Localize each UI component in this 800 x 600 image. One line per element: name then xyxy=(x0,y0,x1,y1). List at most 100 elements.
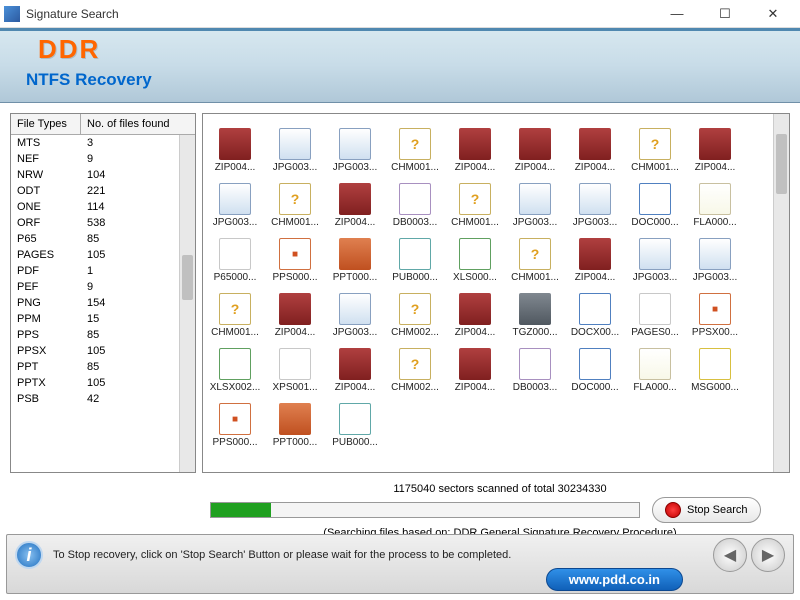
file-item[interactable]: DOCX00... xyxy=(565,283,625,338)
file-item[interactable]: DOC000... xyxy=(625,173,685,228)
file-label: FLA000... xyxy=(693,217,736,228)
jpg-icon xyxy=(339,128,371,160)
column-header-types[interactable]: File Types xyxy=(11,114,81,134)
file-item[interactable]: CHM001... xyxy=(385,118,445,173)
file-item[interactable]: ZIP004... xyxy=(505,118,565,173)
file-label: JPG003... xyxy=(213,217,257,228)
file-item[interactable]: PPT000... xyxy=(325,228,385,283)
file-item[interactable]: JPG003... xyxy=(685,228,745,283)
file-item[interactable]: XLSX002... xyxy=(205,338,265,393)
jpg-icon xyxy=(639,238,671,270)
close-button[interactable]: ✕ xyxy=(758,4,788,24)
file-item[interactable]: PUB000... xyxy=(385,228,445,283)
file-label: PPT000... xyxy=(273,437,317,448)
file-item[interactable]: XLS000... xyxy=(445,228,505,283)
column-header-count[interactable]: No. of files found xyxy=(81,114,195,134)
file-item[interactable]: ZIP004... xyxy=(325,338,385,393)
file-item[interactable]: JPG003... xyxy=(325,283,385,338)
pub-icon xyxy=(399,238,431,270)
file-item[interactable]: CHM001... xyxy=(445,173,505,228)
jpg-icon xyxy=(579,183,611,215)
forward-button[interactable]: ▶ xyxy=(751,538,785,572)
file-type-row[interactable]: P6585 xyxy=(11,231,179,247)
file-type-row[interactable]: PPT85 xyxy=(11,359,179,375)
file-item[interactable]: PPT000... xyxy=(265,393,325,448)
file-item[interactable]: PAGES0... xyxy=(625,283,685,338)
file-type-row[interactable]: NRW104 xyxy=(11,167,179,183)
file-item[interactable]: ZIP004... xyxy=(445,338,505,393)
file-item[interactable]: CHM001... xyxy=(265,173,325,228)
file-item[interactable]: JPG003... xyxy=(625,228,685,283)
file-item[interactable]: CHM001... xyxy=(625,118,685,173)
file-type-row[interactable]: PDF1 xyxy=(11,263,179,279)
file-item[interactable]: PPSX00... xyxy=(685,283,745,338)
file-label: CHM001... xyxy=(271,217,319,228)
file-item[interactable]: DB0003... xyxy=(505,338,565,393)
file-item[interactable]: XPS001... xyxy=(265,338,325,393)
file-item[interactable]: CHM001... xyxy=(505,228,565,283)
app-icon xyxy=(4,6,20,22)
back-button[interactable]: ◀ xyxy=(713,538,747,572)
maximize-button[interactable]: ☐ xyxy=(710,4,740,24)
file-item[interactable]: MSG000... xyxy=(685,338,745,393)
file-item[interactable]: CHM002... xyxy=(385,338,445,393)
file-type-row[interactable]: NEF9 xyxy=(11,151,179,167)
doc-icon xyxy=(639,183,671,215)
file-type-row[interactable]: ONE114 xyxy=(11,199,179,215)
file-item[interactable]: FLA000... xyxy=(625,338,685,393)
file-type-row[interactable]: MTS3 xyxy=(11,135,179,151)
left-scrollbar[interactable] xyxy=(179,135,195,472)
file-label: TGZ000... xyxy=(512,327,557,338)
file-item[interactable]: JPG003... xyxy=(205,173,265,228)
file-label: JPG003... xyxy=(693,272,737,283)
jpg-icon xyxy=(339,293,371,325)
file-item[interactable]: CHM002... xyxy=(385,283,445,338)
file-item[interactable]: DB0003... xyxy=(385,173,445,228)
file-label: MSG000... xyxy=(691,382,739,393)
file-type-row[interactable]: PEF9 xyxy=(11,279,179,295)
file-item[interactable]: PPS000... xyxy=(265,228,325,283)
file-item[interactable]: FLA000... xyxy=(685,173,745,228)
file-type-row[interactable]: PNG154 xyxy=(11,295,179,311)
zip-icon xyxy=(339,348,371,380)
zip-icon xyxy=(339,183,371,215)
file-type-row[interactable]: PSB42 xyxy=(11,391,179,407)
file-item[interactable]: ZIP004... xyxy=(565,118,625,173)
file-item[interactable]: ZIP004... xyxy=(445,118,505,173)
file-item[interactable]: JPG003... xyxy=(505,173,565,228)
file-type-row[interactable]: PAGES105 xyxy=(11,247,179,263)
file-label: ZIP004... xyxy=(335,382,376,393)
ppt-icon xyxy=(339,238,371,270)
stop-label: Stop Search xyxy=(687,504,748,516)
file-item[interactable]: ZIP004... xyxy=(685,118,745,173)
file-item[interactable]: ZIP004... xyxy=(325,173,385,228)
stop-search-button[interactable]: Stop Search xyxy=(652,497,761,523)
xls-icon xyxy=(219,348,251,380)
file-item[interactable]: ZIP004... xyxy=(445,283,505,338)
zip-icon xyxy=(579,238,611,270)
website-link[interactable]: www.pdd.co.in xyxy=(546,568,683,591)
file-type-row[interactable]: PPS85 xyxy=(11,327,179,343)
right-scrollbar[interactable] xyxy=(773,114,789,472)
file-item[interactable]: ZIP004... xyxy=(265,283,325,338)
file-type-row[interactable]: PPTX105 xyxy=(11,375,179,391)
file-item[interactable]: JPG003... xyxy=(265,118,325,173)
file-item[interactable]: CHM001... xyxy=(205,283,265,338)
tgz-icon xyxy=(519,293,551,325)
file-item[interactable]: ZIP004... xyxy=(565,228,625,283)
file-item[interactable]: PUB000... xyxy=(325,393,385,448)
file-item[interactable]: DOC000... xyxy=(565,338,625,393)
file-label: PUB000... xyxy=(392,272,438,283)
file-type-row[interactable]: ODT221 xyxy=(11,183,179,199)
file-item[interactable]: JPG003... xyxy=(565,173,625,228)
file-item[interactable]: PPS000... xyxy=(205,393,265,448)
file-item[interactable]: TGZ000... xyxy=(505,283,565,338)
file-type-row[interactable]: PPSX105 xyxy=(11,343,179,359)
zip-icon xyxy=(279,293,311,325)
file-item[interactable]: JPG003... xyxy=(325,118,385,173)
file-type-row[interactable]: ORF538 xyxy=(11,215,179,231)
file-item[interactable]: ZIP004... xyxy=(205,118,265,173)
file-type-row[interactable]: PPM15 xyxy=(11,311,179,327)
file-item[interactable]: P65000... xyxy=(205,228,265,283)
minimize-button[interactable]: — xyxy=(662,4,692,24)
